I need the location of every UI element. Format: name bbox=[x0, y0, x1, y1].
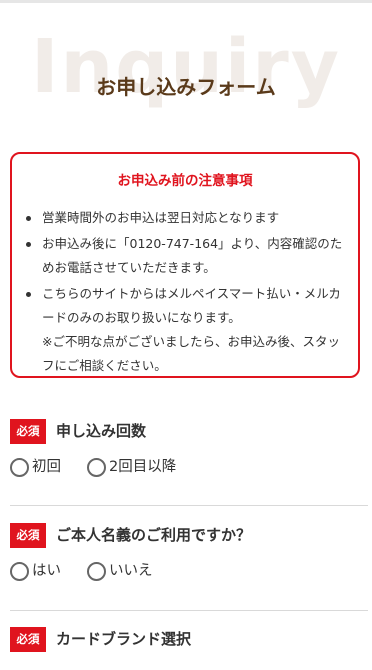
question-header: 必須 申し込み回数 bbox=[10, 418, 370, 444]
required-badge: 必須 bbox=[10, 522, 46, 548]
radio-label[interactable]: いいえ bbox=[109, 560, 153, 582]
question-label: 申し込み回数 bbox=[56, 421, 147, 440]
question-header: 必須 カードブランド選択 bbox=[10, 626, 370, 652]
page-title: お申し込みフォーム bbox=[96, 75, 276, 99]
divider bbox=[10, 610, 368, 611]
radio-button[interactable] bbox=[10, 561, 29, 581]
question-header: 必須 ご本人名義のご利用ですか？ bbox=[10, 522, 370, 548]
radio-group: 初回 2回目以降 bbox=[10, 454, 370, 480]
notice-item: 営業時間外のお申込は翌日対応となります bbox=[22, 206, 347, 230]
notice-item: こちらのサイトからはメルペイスマート払い・メルカードのみのお取り扱いになります。… bbox=[22, 282, 347, 378]
question-card-brand: 必須 カードブランド選択 bbox=[10, 626, 370, 652]
question-label: ご本人名義のご利用ですか？ bbox=[56, 525, 252, 544]
notice-title: お申込み前の注意事項 bbox=[117, 173, 253, 189]
notice-list: 営業時間外のお申込は翌日対応となります お申込み後に「0120-747-164」… bbox=[22, 206, 347, 380]
notice-item-note: ※ご不明な点がございましたら、お申込み後、スタッフにご相談ください。 bbox=[42, 334, 340, 373]
radio-group: はい いいえ bbox=[10, 558, 370, 584]
notice-item-text: こちらのサイトからはメルペイスマート払い・メルカードのみのお取り扱いになります。 bbox=[42, 286, 341, 325]
question-own-name: 必須 ご本人名義のご利用ですか？ はい いいえ bbox=[10, 522, 370, 584]
notice-item-text: 営業時間外のお申込は翌日対応となります bbox=[42, 210, 280, 225]
notice-box: お申込み前の注意事項 営業時間外のお申込は翌日対応となります お申込み後に「01… bbox=[10, 152, 360, 378]
radio-button[interactable] bbox=[10, 457, 29, 477]
required-badge: 必須 bbox=[10, 418, 46, 444]
page-header: Inquiry お申し込みフォーム bbox=[0, 0, 372, 140]
radio-button[interactable] bbox=[87, 561, 106, 581]
radio-label[interactable]: 2回目以降 bbox=[109, 456, 176, 478]
bullet-icon bbox=[26, 242, 31, 247]
bullet-icon bbox=[26, 216, 31, 221]
divider bbox=[10, 505, 368, 506]
question-application-count: 必須 申し込み回数 初回 2回目以降 bbox=[10, 418, 370, 480]
bullet-icon bbox=[26, 292, 31, 297]
radio-option-no[interactable]: いいえ bbox=[87, 560, 153, 582]
notice-item: お申込み後に「0120-747-164」より、内容確認のためお電話させていただき… bbox=[22, 232, 347, 280]
required-badge: 必須 bbox=[10, 626, 46, 652]
radio-label[interactable]: はい bbox=[32, 560, 61, 582]
notice-item-text: お申込み後に「0120-747-164」より、内容確認のためお電話させていただき… bbox=[42, 236, 343, 275]
radio-option-first[interactable]: 初回 bbox=[10, 456, 61, 478]
question-label: カードブランド選択 bbox=[56, 629, 192, 648]
radio-option-second-or-later[interactable]: 2回目以降 bbox=[87, 456, 176, 478]
radio-option-yes[interactable]: はい bbox=[10, 560, 61, 582]
radio-button[interactable] bbox=[87, 457, 106, 477]
radio-label[interactable]: 初回 bbox=[32, 456, 61, 478]
